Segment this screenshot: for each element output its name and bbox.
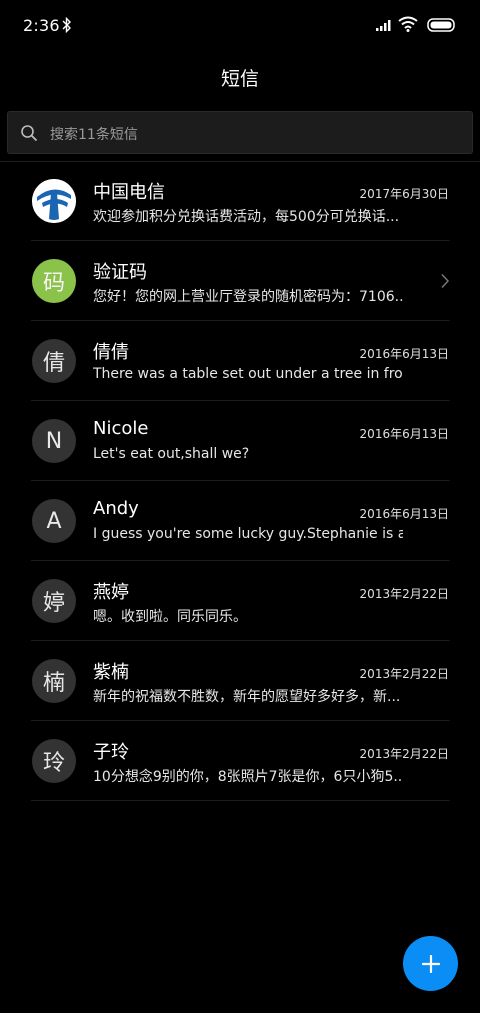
search-icon [21,125,37,141]
message-preview: 10分想念9别的你，8张照片7张是你，6只小狗5... [93,769,403,785]
conversation-item[interactable]: A Andy 2016年6月13日 I guess you're some lu… [0,481,480,561]
contact-name: 倩倩 [93,342,129,363]
message-date: 2016年6月13日 [359,507,449,521]
conversation-item[interactable]: 倩 倩倩 2016年6月13日 There was a table set ou… [0,321,480,401]
search-placeholder: 搜索11条短信 [50,127,138,143]
conversation-item[interactable]: 婷 燕婷 2013年2月22日 嗯。收到啦。同乐同乐。 [0,561,480,641]
bluetooth-icon [62,17,71,33]
message-preview: 嗯。收到啦。同乐同乐。 [93,609,247,625]
wifi-icon [398,16,418,32]
conversation-list: 中国电信 2017年6月30日 欢迎参加积分兑换话费活动，每500分可兑换话..… [0,161,480,801]
message-date: 2013年2月22日 [359,587,449,601]
conversation-item[interactable]: 玲 子玲 2013年2月22日 10分想念9别的你，8张照片7张是你，6只小狗5… [0,721,480,801]
avatar: A [32,499,76,543]
contact-name: Andy [93,498,139,519]
message-date: 2017年6月30日 [359,187,449,201]
message-preview: 您好！您的网上营业厅登录的随机密码为：7106... [93,289,403,305]
battery-icon [427,18,455,32]
china-telecom-logo-icon [32,179,76,223]
message-preview: 欢迎参加积分兑换话费活动，每500分可兑换话... [93,209,400,225]
plus-icon [421,954,440,973]
page-title: 短信 [220,68,259,90]
conversation-item[interactable]: 楠 紫楠 2013年2月22日 新年的祝福数不胜数，新年的愿望好多好多，新... [0,641,480,721]
message-date: 2013年2月22日 [359,667,449,681]
message-date: 2016年6月13日 [359,347,449,361]
avatar: 婷 [32,579,76,623]
contact-name: 中国电信 [93,182,165,203]
contact-name: 紫楠 [93,662,129,683]
message-preview: Let's eat out,shall we? [93,446,250,462]
message-date: 2016年6月13日 [359,427,449,441]
search-input[interactable]: 搜索11条短信 [7,111,473,154]
avatar: 倩 [32,339,76,383]
avatar: 玲 [32,739,76,783]
contact-name: 燕婷 [93,582,129,603]
status-time: 2:36 [23,16,60,35]
conversation-item-verification[interactable]: 码 验证码 您好！您的网上营业厅登录的随机密码为：7106... [0,241,480,321]
message-preview: I guess you're some lucky guy.Stephanie … [93,526,403,542]
messages-screen: 2:36 短信 搜索11条短信 中国电信 2017年6月30日 欢迎参加积分兑换… [0,0,480,1013]
conversation-item-telecom[interactable]: 中国电信 2017年6月30日 欢迎参加积分兑换话费活动，每500分可兑换话..… [0,161,480,241]
contact-name: 验证码 [93,262,147,283]
avatar: 楠 [32,659,76,703]
message-preview: There was a table set out under a tree i… [93,366,403,382]
new-message-button[interactable] [403,936,458,991]
contact-name: 子玲 [93,742,129,763]
contact-name: Nicole [93,418,149,439]
signal-icon [376,20,391,31]
chevron-right-icon[interactable] [440,273,450,289]
telecom-logo-avatar [32,179,76,223]
avatar: 码 [32,259,76,303]
status-bar: 2:36 [0,0,480,52]
message-date: 2013年2月22日 [359,747,449,761]
conversation-item[interactable]: N Nicole 2016年6月13日 Let's eat out,shall … [0,401,480,481]
avatar: N [32,419,76,463]
message-preview: 新年的祝福数不胜数，新年的愿望好多好多，新... [93,689,401,705]
